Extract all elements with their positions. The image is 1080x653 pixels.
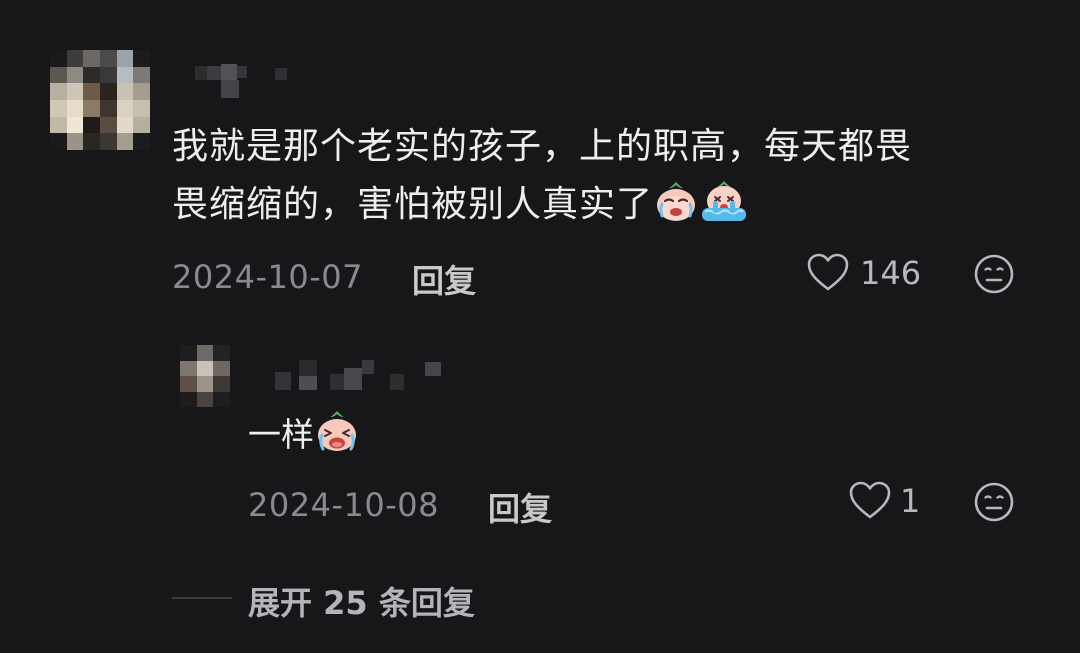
reply-reply-button[interactable]: 回复 — [488, 484, 552, 530]
comment-reply-button[interactable]: 回复 — [412, 256, 476, 302]
comment-date: 2024-10-07 — [172, 258, 363, 296]
reply-text: 一样 — [248, 408, 360, 466]
comment-avatar[interactable] — [50, 50, 150, 150]
reply-date: 2024-10-08 — [248, 486, 439, 524]
meh-face-icon[interactable] — [973, 481, 1015, 523]
heart-outline-icon[interactable] — [806, 252, 850, 292]
sobbing-tears-emoji — [699, 178, 749, 242]
expand-replies-button[interactable]: 展开 25 条回复 — [248, 578, 475, 624]
reply-avatar[interactable] — [180, 345, 230, 407]
meh-face-icon[interactable] — [973, 253, 1015, 295]
expand-divider — [172, 597, 232, 599]
crying-face-emoji — [653, 178, 699, 242]
crying-face-emoji — [314, 408, 360, 466]
comment-text: 我就是那个老实的孩子，上的职高，每天都畏 畏缩缩的，害怕被别人真实了 — [172, 118, 1032, 242]
heart-outline-icon[interactable] — [848, 480, 892, 520]
username-blurred[interactable] — [195, 62, 305, 102]
reply-username-blurred[interactable] — [275, 356, 445, 396]
comment-text-line2: 畏缩缩的，害怕被别人真实了 — [172, 176, 1032, 242]
comment-text-line1: 我就是那个老实的孩子，上的职高，每天都畏 — [172, 126, 913, 167]
reply-like-count: 1 — [900, 482, 921, 520]
comment-like-count: 146 — [860, 254, 922, 292]
